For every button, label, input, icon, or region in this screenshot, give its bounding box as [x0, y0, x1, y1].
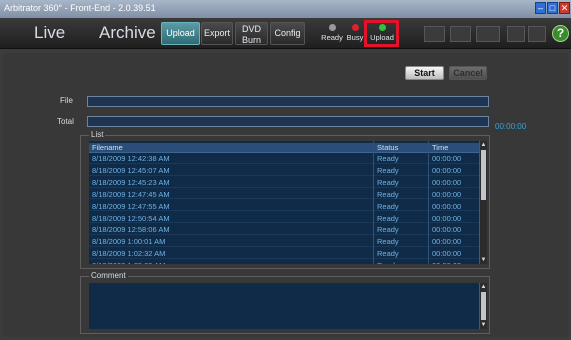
row-filename: 8/18/2009 1:00:01 AM: [92, 237, 166, 247]
row-status: Ready: [377, 154, 399, 163]
tab-config[interactable]: Config: [270, 22, 305, 45]
table-header: Filename Status Time: [89, 143, 479, 153]
cancel-button[interactable]: Cancel: [449, 66, 487, 80]
scroll-up-icon[interactable]: ▲: [480, 283, 487, 291]
upload-file-table: Filename Status Time 8/18/2009 12:42:38 …: [89, 141, 479, 264]
row-filename: 8/18/2009 1:05:09 AM: [92, 261, 165, 264]
row-time: 00:00:00: [432, 177, 462, 187]
row-status: Ready: [377, 177, 399, 187]
file-progress-bar: [87, 96, 489, 107]
row-filename: 8/18/2009 12:45:23 AM: [92, 177, 170, 187]
toolbar-tool-button-1[interactable]: [424, 26, 445, 42]
window-title: Arbitrator 360° - Front-End - 2.0.39.51: [4, 3, 156, 13]
row-filename: 8/18/2009 1:02:32 AM: [92, 249, 166, 259]
row-filename: 8/18/2009 12:45:07 AM: [92, 165, 170, 175]
row-filename: 8/18/2009 12:47:45 AM: [92, 189, 170, 199]
file-label: File: [60, 96, 73, 105]
table-row[interactable]: 8/18/2009 12:45:23 AM Ready 00:00:00: [89, 178, 479, 188]
table-row[interactable]: 8/18/2009 1:02:32 AM Ready 00:00:00: [89, 249, 479, 259]
row-time: 00:00:00: [432, 261, 461, 264]
scroll-down-icon[interactable]: ▼: [480, 321, 487, 329]
table-row[interactable]: 8/18/2009 1:05:09 AM Ready 00:00:00: [89, 261, 479, 264]
close-button[interactable]: ✕: [559, 2, 570, 14]
row-status: Ready: [377, 237, 399, 247]
row-status: Ready: [377, 261, 399, 264]
indicator-ready-label: Ready: [321, 33, 343, 42]
archive-mode-button[interactable]: Archive: [99, 19, 156, 47]
row-filename: 8/18/2009 12:50:54 AM: [92, 213, 170, 223]
minimize-button[interactable]: –: [535, 2, 546, 14]
toolbar-tool-button-2[interactable]: [450, 26, 471, 42]
comment-title: Comment: [89, 271, 128, 280]
column-header-time[interactable]: Time: [432, 143, 448, 153]
column-header-status[interactable]: Status: [377, 143, 398, 153]
table-row[interactable]: 8/18/2009 12:47:45 AM Ready 00:00:00: [89, 190, 479, 200]
row-status: Ready: [377, 165, 399, 175]
tab-upload[interactable]: Upload: [161, 22, 200, 45]
row-time: 00:00:00: [432, 213, 462, 223]
indicator-busy: Busy: [345, 24, 365, 42]
indicator-busy-label: Busy: [346, 33, 364, 42]
tab-dvd-burn-line2: Burn: [241, 35, 261, 45]
tab-export[interactable]: Export: [201, 22, 233, 45]
table-row[interactable]: 8/18/2009 12:42:38 AM Ready 00:00:00: [89, 154, 479, 164]
indicator-ready: Ready: [319, 24, 345, 42]
toolbar-tool-button-3[interactable]: [476, 26, 500, 42]
list-scrollbar[interactable]: ▲ ▼: [479, 141, 487, 264]
title-bar: Arbitrator 360° - Front-End - 2.0.39.51 …: [0, 0, 571, 18]
app-window: Arbitrator 360° - Front-End - 2.0.39.51 …: [0, 0, 571, 340]
row-status: Ready: [377, 225, 399, 235]
table-row[interactable]: 8/18/2009 12:45:07 AM Ready 00:00:00: [89, 166, 479, 176]
table-row[interactable]: 8/18/2009 12:58:06 AM Ready 00:00:00: [89, 225, 479, 236]
total-time: 00:00:00: [495, 122, 527, 131]
row-filename: 8/18/2009 12:42:38 AM: [92, 154, 170, 163]
row-filename: 8/18/2009 12:47:55 AM: [92, 201, 170, 211]
scroll-up-icon[interactable]: ▲: [480, 141, 487, 149]
row-time: 00:00:00: [432, 237, 462, 247]
tab-dvd-burn[interactable]: DVD Burn: [235, 22, 268, 45]
row-status: Ready: [377, 249, 399, 259]
row-time: 00:00:00: [432, 189, 462, 199]
column-divider: [428, 141, 429, 264]
highlight-box: [364, 20, 399, 47]
main-toolbar: Live Archive Upload Export DVD Burn Conf…: [0, 18, 571, 49]
total-label: Total: [57, 117, 74, 126]
row-time: 00:00:00: [432, 154, 462, 163]
start-button[interactable]: Start: [405, 66, 444, 80]
toolbar-tool-button-4[interactable]: [507, 26, 525, 42]
help-button[interactable]: ?: [552, 25, 569, 42]
busy-status-icon: [351, 24, 359, 31]
column-header-filename[interactable]: Filename: [92, 143, 123, 153]
comment-textarea[interactable]: [89, 283, 479, 329]
list-scroll-thumb[interactable]: [481, 150, 486, 200]
row-status: Ready: [377, 189, 399, 199]
scroll-down-icon[interactable]: ▼: [480, 256, 487, 264]
tab-dvd-burn-line1: DVD: [241, 24, 261, 34]
row-time: 00:00:00: [432, 249, 462, 259]
comment-scroll-thumb[interactable]: [481, 292, 486, 320]
column-divider: [373, 141, 374, 264]
row-status: Ready: [377, 201, 399, 211]
row-time: 00:00:00: [432, 225, 462, 235]
row-time: 00:00:00: [432, 201, 462, 211]
ready-status-icon: [328, 24, 336, 31]
row-filename: 8/18/2009 12:58:06 AM: [92, 225, 170, 235]
table-row[interactable]: 8/18/2009 12:47:55 AM Ready 00:00:00: [89, 202, 479, 212]
maximize-button[interactable]: □: [547, 2, 558, 14]
live-mode-button[interactable]: Live: [34, 19, 65, 47]
toolbar-tool-button-5[interactable]: [528, 26, 546, 42]
row-status: Ready: [377, 213, 399, 223]
table-row[interactable]: 8/18/2009 1:00:01 AM Ready 00:00:00: [89, 237, 479, 248]
comment-scrollbar[interactable]: ▲ ▼: [479, 283, 487, 329]
row-time: 00:00:00: [432, 165, 462, 175]
total-progress-bar: [87, 116, 489, 127]
table-row[interactable]: 8/18/2009 12:50:54 AM Ready 00:00:00: [89, 214, 479, 224]
list-title: List: [89, 130, 106, 139]
